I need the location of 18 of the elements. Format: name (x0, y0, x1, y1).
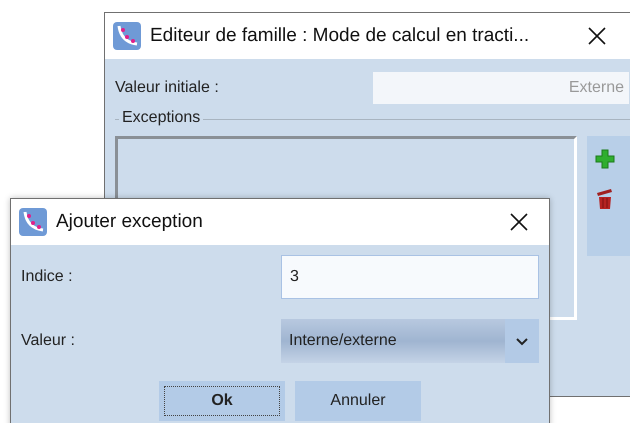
window-title: Editeur de famille : Mode de calcul en tracti... (150, 25, 530, 47)
trash-icon[interactable] (595, 188, 615, 210)
field-label: Valeur : (21, 332, 75, 350)
app-icon (19, 208, 47, 236)
add-icon[interactable] (595, 148, 615, 170)
app-icon (113, 22, 141, 50)
value-dropdown[interactable]: Interne/externe (281, 319, 539, 363)
chevron-icon (515, 336, 529, 346)
close-icon[interactable] (587, 26, 607, 46)
group-label: Exceptions (119, 109, 204, 127)
dialog-title: Ajouter exception (56, 211, 203, 233)
cancel-button[interactable]: Annuler (295, 381, 421, 421)
field-label: Indice : (21, 268, 73, 286)
index-field[interactable]: 3 (281, 255, 539, 299)
field-label: Valeur initiale : (115, 79, 219, 97)
ok-button[interactable]: Ok (159, 381, 285, 421)
close-icon[interactable] (509, 212, 529, 232)
initial-value-field: Externe (373, 72, 629, 104)
